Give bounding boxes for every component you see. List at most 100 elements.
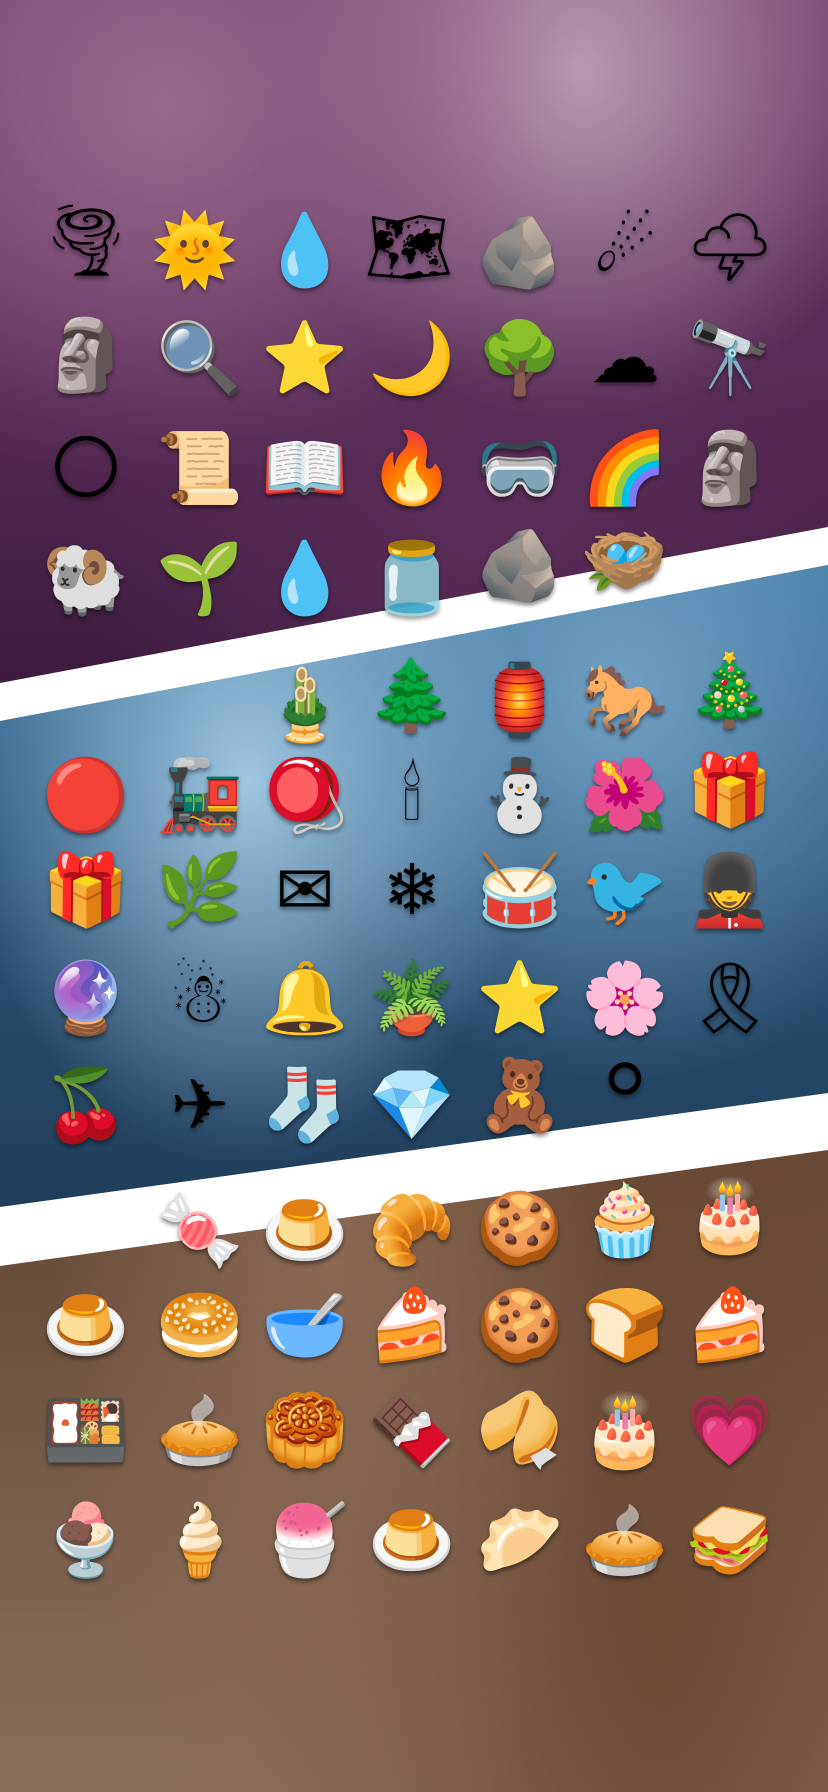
specimen-jar-icon[interactable]: 🫙 xyxy=(368,535,455,621)
choc-sandwich-cookies-icon[interactable]: 🍫 xyxy=(368,1387,455,1473)
star-cookie-icon[interactable]: ⭐ xyxy=(261,315,348,401)
biscuit-stack-icon[interactable]: 🥠 xyxy=(476,1387,563,1473)
candle-icon[interactable]: 🕯 xyxy=(369,752,455,838)
slime-icon[interactable]: 💧 xyxy=(261,207,348,293)
pink-layer-cake-icon[interactable]: 🎂 xyxy=(581,1387,668,1473)
red-scroll-icon[interactable]: 📜 xyxy=(156,425,243,511)
meteor-rock-icon[interactable]: 🪨 xyxy=(476,522,563,608)
bunny-bread-icon[interactable]: 🍞 xyxy=(581,1282,669,1368)
lantern-icon[interactable]: 🏮 xyxy=(476,657,563,743)
winter-doll-icon-glyph: 🧸 xyxy=(476,1054,564,1136)
blue-bird-icon-glyph: 🐦 xyxy=(581,849,669,931)
turnover-icon[interactable]: 🥪 xyxy=(686,1497,774,1583)
water-drop-icon[interactable]: 💧 xyxy=(261,535,348,621)
nest-icon-glyph: 🪺 xyxy=(581,519,669,601)
comet-icon[interactable]: ☄ xyxy=(582,204,668,290)
choux-puff-icon[interactable]: 🥟 xyxy=(476,1497,563,1583)
spinning-top-icon[interactable]: 🪀 xyxy=(261,752,348,838)
fire-spirit-icon[interactable]: 🔥 xyxy=(368,425,455,511)
wreath-icon[interactable]: 🎍 xyxy=(261,662,348,748)
snow-ball-icon[interactable]: ⚪ xyxy=(582,1037,668,1123)
nutcracker-icon[interactable]: 💂 xyxy=(686,847,773,933)
bell-icon[interactable]: 🔔 xyxy=(261,955,348,1041)
stocking-icon[interactable]: 🧦 xyxy=(261,1062,348,1148)
jam-cookies-icon[interactable]: 🍪 xyxy=(476,1185,563,1271)
choc-chip-cookies-icon-glyph: 🍪 xyxy=(476,1284,564,1366)
soft-serve-icon[interactable]: 🍦 xyxy=(156,1497,243,1583)
rainbow-cloud-icon[interactable]: 🌈 xyxy=(581,425,668,511)
holly-icon[interactable]: 🍒 xyxy=(42,1062,129,1148)
chocolate-cake-icon[interactable]: 🎂 xyxy=(686,1172,773,1258)
blue-bird-icon[interactable]: 🐦 xyxy=(581,847,669,933)
flan-icon-glyph: 🍮 xyxy=(368,1499,456,1581)
snowman-small-icon[interactable]: ⛄ xyxy=(476,752,563,838)
frozen-cloud-icon[interactable]: ☁ xyxy=(582,315,668,401)
star-book-icon[interactable]: 📖 xyxy=(261,425,348,511)
matcha-cake-icon[interactable]: 🍰 xyxy=(368,1282,455,1368)
comet-icon-glyph: ☄ xyxy=(593,206,657,288)
pie-icon[interactable]: 🥧 xyxy=(581,1497,668,1583)
macarons-icon-glyph: 🍬 xyxy=(156,1189,244,1271)
turnover-icon-glyph: 🥪 xyxy=(686,1499,774,1581)
sapling-icon[interactable]: 🌱 xyxy=(156,535,243,621)
battenberg-icon[interactable]: 🍱 xyxy=(42,1387,129,1473)
snow-globe-icon[interactable]: 🔮 xyxy=(42,955,129,1041)
horned-idol-icon[interactable]: 🗿 xyxy=(686,425,773,511)
cream-bowl-icon[interactable]: 🥣 xyxy=(261,1282,348,1368)
croissant-icon[interactable]: 🥐 xyxy=(368,1187,455,1273)
ornament-icon[interactable]: 🔴 xyxy=(42,752,129,838)
winter-doll-icon[interactable]: 🧸 xyxy=(476,1052,564,1138)
magnifier-icon[interactable]: 🔍 xyxy=(156,315,243,401)
ribbon-curl-icon-glyph: 🎗 xyxy=(685,957,775,1039)
bunny-bread-icon-glyph: 🍞 xyxy=(581,1284,669,1366)
snowy-pine-icon[interactable]: 🌲 xyxy=(368,652,455,738)
macarons-icon[interactable]: 🍬 xyxy=(156,1187,244,1273)
fruit-bowl-icon[interactable]: 🍧 xyxy=(261,1497,348,1583)
goggles-icon[interactable]: 🥽 xyxy=(476,425,563,511)
gold-star-icon[interactable]: ⭐ xyxy=(476,955,563,1041)
pink-flower-icon[interactable]: 🌸 xyxy=(581,955,668,1041)
sundae-icon[interactable]: 🍨 xyxy=(42,1497,129,1583)
rocking-horse-icon[interactable]: 🐎 xyxy=(581,657,668,743)
choc-chip-cookies-icon[interactable]: 🍪 xyxy=(476,1282,564,1368)
moon-medallion-icon-glyph: 🌕 xyxy=(49,427,123,509)
snowman-scarf-icon[interactable]: ☃ xyxy=(157,955,243,1041)
map-scroll-icon[interactable]: 🗺 xyxy=(365,204,454,290)
ore-rock-icon[interactable]: 🪨 xyxy=(476,209,563,295)
nest-icon[interactable]: 🪺 xyxy=(581,517,669,603)
matcha-slice-icon[interactable]: 🍰 xyxy=(686,1282,773,1368)
succulent-icon[interactable]: 🪴 xyxy=(368,955,455,1041)
cloud-beast-icon[interactable]: 🐏 xyxy=(42,535,129,621)
moon-medallion-icon[interactable]: 🌕 xyxy=(43,425,129,511)
blue-gift-icon[interactable]: 🎁 xyxy=(42,847,129,933)
stone-idol-icon[interactable]: 🗿 xyxy=(42,312,129,398)
drum-icon[interactable]: 🥁 xyxy=(476,847,563,933)
gold-gift-icon[interactable]: 🎁 xyxy=(686,747,773,833)
flan-icon[interactable]: 🍮 xyxy=(368,1497,456,1583)
cream-bun-icon[interactable]: 🥯 xyxy=(156,1282,243,1368)
tornado-icon-glyph: 🌪 xyxy=(41,199,131,281)
layered-pastry-icon[interactable]: 🥮 xyxy=(261,1387,348,1473)
ice-crystal-icon[interactable]: 💎 xyxy=(368,1062,455,1148)
poinsettia-icon[interactable]: 🌺 xyxy=(581,752,668,838)
tree-ent-icon[interactable]: 🌳 xyxy=(476,315,563,401)
biplane-icon[interactable]: ✈ xyxy=(157,1062,243,1148)
storm-cloud-icon[interactable]: 🌩 xyxy=(686,204,775,290)
frozen-cloud-icon-glyph: ☁ xyxy=(590,317,660,399)
christmas-tree-icon[interactable]: 🎄 xyxy=(686,647,773,733)
sun-charm-icon[interactable]: 🌞 xyxy=(151,207,238,293)
toy-train-icon[interactable]: 🚂 xyxy=(156,752,243,838)
tornado-icon[interactable]: 🌪 xyxy=(41,197,131,283)
mistletoe-icon[interactable]: 🌿 xyxy=(156,847,244,933)
mistletoe-icon-glyph: 🌿 xyxy=(156,849,244,931)
snowflake-icon[interactable]: ❄ xyxy=(369,847,455,933)
galaxy-pudding-icon[interactable]: 🍮 xyxy=(42,1282,129,1368)
moon-star-icon[interactable]: 🌙 xyxy=(368,315,455,401)
heart-roll-icon[interactable]: 💗 xyxy=(686,1387,773,1473)
telescope-icon[interactable]: 🔭 xyxy=(686,315,773,401)
sealed-letter-icon[interactable]: ✉ xyxy=(262,847,348,933)
cherry-cupcake-icon[interactable]: 🧁 xyxy=(581,1177,668,1263)
ribbon-curl-icon[interactable]: 🎗 xyxy=(685,955,775,1041)
fruit-tart-icon[interactable]: 🥧 xyxy=(156,1387,243,1473)
jelly-icon[interactable]: 🍮 xyxy=(261,1187,348,1273)
